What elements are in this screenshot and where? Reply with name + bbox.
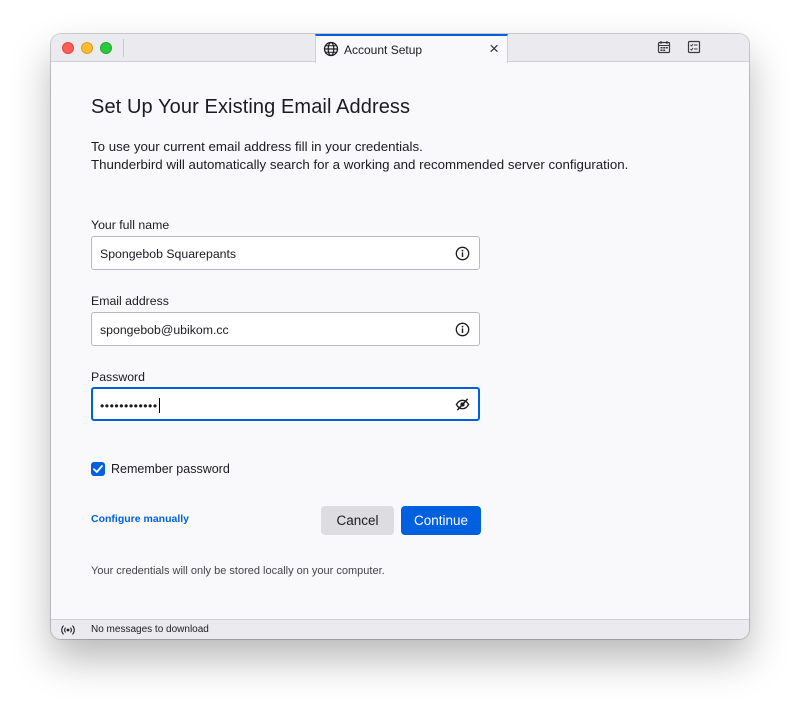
- password-label: Password: [91, 370, 145, 384]
- cancel-button[interactable]: Cancel: [321, 506, 394, 535]
- password-input[interactable]: ••••••••••••: [91, 387, 480, 421]
- status-bar: No messages to download: [51, 619, 749, 639]
- description-line-2: Thunderbird will automatically search fo…: [91, 157, 629, 172]
- tab-title: Account Setup: [344, 43, 423, 57]
- titlebar-divider: [123, 39, 124, 57]
- account-setup-content: Set Up Your Existing Email Address To us…: [51, 63, 749, 619]
- email-input[interactable]: spongebob@ubikom.cc: [91, 312, 480, 346]
- calendar-icon[interactable]: [657, 40, 671, 54]
- password-dots: ••••••••••••: [100, 399, 158, 413]
- minimize-window-button[interactable]: [81, 42, 93, 54]
- title-bar: Account Setup ×: [51, 34, 749, 63]
- setup-description: To use your current email address fill i…: [91, 138, 628, 174]
- remember-password-label: Remember password: [111, 462, 230, 476]
- info-icon[interactable]: [455, 322, 470, 337]
- full-name-value: Spongebob Squarepants: [100, 247, 237, 261]
- info-icon[interactable]: [455, 246, 470, 261]
- continue-button[interactable]: Continue: [401, 506, 481, 535]
- credentials-note: Your credentials will only be stored loc…: [91, 565, 385, 577]
- page-title: Set Up Your Existing Email Address: [91, 96, 411, 118]
- online-status-icon[interactable]: [61, 624, 75, 636]
- eye-slash-icon[interactable]: [455, 397, 470, 412]
- full-name-input[interactable]: Spongebob Squarepants: [91, 236, 480, 270]
- account-setup-window: Account Setup × Set Up Your Existing Ema…: [51, 34, 749, 639]
- globe-icon: [323, 41, 339, 57]
- tasks-icon[interactable]: [687, 40, 701, 54]
- tab-account-setup[interactable]: Account Setup ×: [315, 34, 508, 63]
- text-caret: [158, 398, 160, 413]
- full-name-label: Your full name: [91, 218, 170, 232]
- email-value: spongebob@ubikom.cc: [100, 323, 229, 337]
- remember-password-checkbox[interactable]: [91, 462, 105, 476]
- password-value: ••••••••••••: [100, 398, 160, 413]
- close-window-button[interactable]: [62, 42, 74, 54]
- status-text: No messages to download: [91, 624, 209, 635]
- description-line-1: To use your current email address fill i…: [91, 139, 423, 154]
- remember-password-row[interactable]: Remember password: [91, 462, 230, 476]
- checkmark-icon: [93, 465, 103, 473]
- email-label: Email address: [91, 294, 169, 308]
- configure-manually-link[interactable]: Configure manually: [91, 513, 189, 525]
- close-tab-button[interactable]: ×: [489, 39, 499, 59]
- maximize-window-button[interactable]: [100, 42, 112, 54]
